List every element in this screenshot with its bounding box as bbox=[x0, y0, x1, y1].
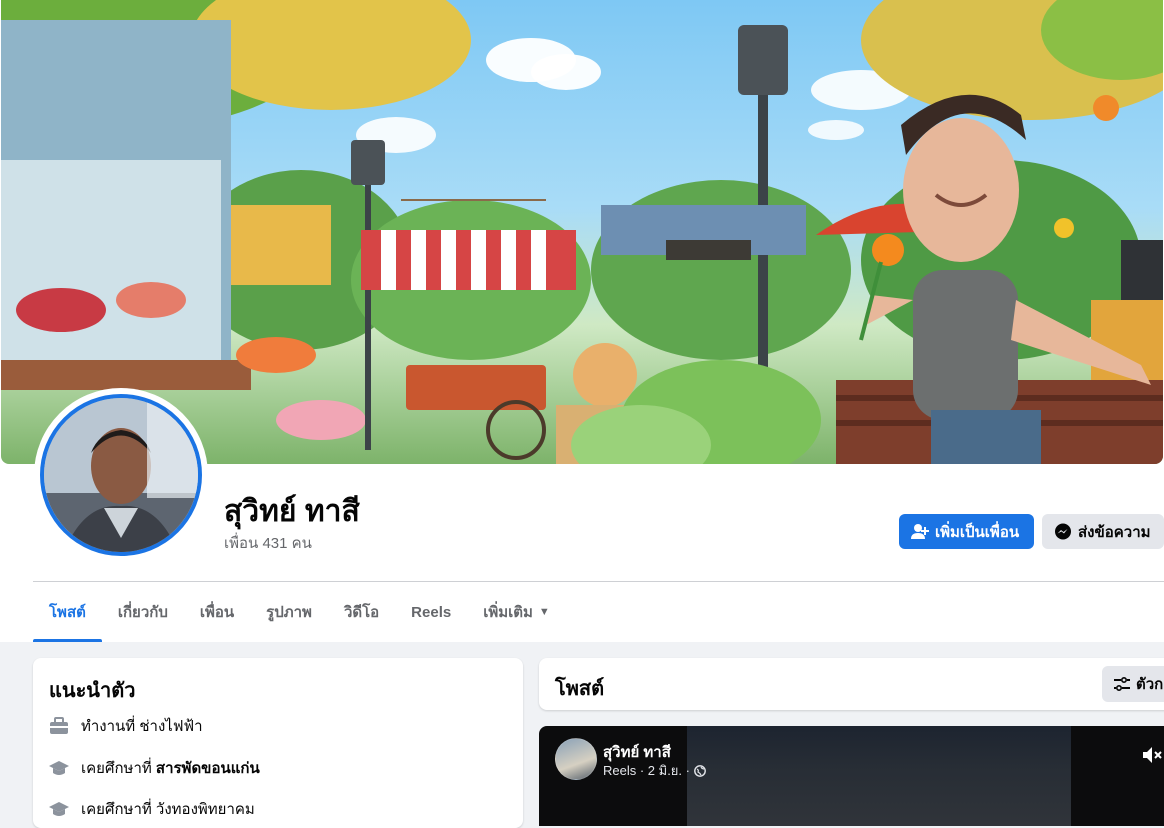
posts-header-card: โพสต์ ตัวก bbox=[539, 658, 1164, 710]
reel-post-card[interactable]: สุวิทย์ ทาสี Reels · 2 มิ.ย. · bbox=[539, 726, 1164, 826]
friend-count[interactable]: เพื่อน 431 คน bbox=[224, 531, 312, 555]
intro-work-row: ทำงานที่ ช่างไฟฟ้า bbox=[49, 714, 203, 738]
message-button[interactable]: ส่งข้อความ bbox=[1042, 514, 1164, 549]
tab-label: เกี่ยวกับ bbox=[117, 604, 168, 621]
briefcase-icon bbox=[50, 717, 68, 734]
mute-icon[interactable] bbox=[1141, 744, 1163, 766]
tab-label: โพสต์ bbox=[49, 604, 86, 621]
reel-video[interactable] bbox=[687, 726, 1071, 826]
graduation-cap-icon bbox=[49, 802, 69, 816]
graduation-cap-icon bbox=[49, 761, 69, 775]
tab-label: เพื่อน bbox=[199, 604, 235, 621]
intro-work-text: ทำงานที่ ช่างไฟฟ้า bbox=[81, 718, 203, 735]
profile-picture[interactable] bbox=[34, 388, 208, 562]
tab-label: รูปภาพ bbox=[266, 604, 312, 621]
tab-reels[interactable]: Reels bbox=[395, 582, 467, 642]
tab-more[interactable]: เพิ่มเติม ▼ bbox=[467, 582, 566, 642]
filter-icon bbox=[1114, 676, 1130, 692]
intro-education-row: เคยศึกษาที่ สารพัดขอนแก่น bbox=[49, 756, 260, 780]
avatar-image bbox=[44, 398, 198, 552]
add-friend-label: เพิ่มเป็นเพื่อน bbox=[935, 523, 1020, 541]
intro-education-school[interactable]: สารพัดขอนแก่น bbox=[156, 760, 260, 777]
filter-button[interactable]: ตัวก bbox=[1102, 666, 1164, 702]
intro-title: แนะนำตัว bbox=[49, 680, 136, 702]
tab-posts[interactable]: โพสต์ bbox=[33, 582, 102, 642]
add-friend-icon bbox=[911, 523, 929, 539]
avatar bbox=[40, 394, 202, 556]
tab-about[interactable]: เกี่ยวกับ bbox=[102, 582, 184, 642]
intro-education-text: เคยศึกษาที่ สารพัดขอนแก่น bbox=[81, 756, 260, 780]
tab-photos[interactable]: รูปภาพ bbox=[250, 582, 328, 642]
cover-illustration bbox=[1, 0, 1163, 464]
tab-friends[interactable]: เพื่อน bbox=[184, 582, 250, 642]
tab-videos[interactable]: วิดีโอ bbox=[328, 582, 395, 642]
posts-title: โพสต์ bbox=[555, 678, 605, 700]
cover-photo[interactable] bbox=[1, 0, 1163, 464]
intro-education-row-2: เคยศึกษาที่ วังทองพิทยาคม bbox=[49, 797, 255, 821]
caret-down-icon: ▼ bbox=[538, 606, 550, 618]
filter-label: ตัวก bbox=[1136, 676, 1164, 693]
globe-icon bbox=[694, 764, 706, 777]
tab-label: เพิ่มเติม bbox=[483, 604, 533, 621]
tab-label: วิดีโอ bbox=[343, 604, 380, 621]
reel-author-avatar[interactable] bbox=[555, 738, 597, 780]
profile-name: สุวิทย์ ทาสี bbox=[224, 495, 360, 528]
reel-meta-text: Reels · 2 มิ.ย. · bbox=[603, 763, 690, 778]
add-friend-button[interactable]: เพิ่มเป็นเพื่อน bbox=[899, 514, 1034, 549]
intro-education-text-2: เคยศึกษาที่ วังทองพิทยาคม bbox=[81, 801, 255, 818]
messenger-icon bbox=[1055, 523, 1071, 539]
profile-tabs: โพสต์ เกี่ยวกับ เพื่อน รูปภาพ วิดีโอ Ree… bbox=[33, 582, 566, 642]
intro-card: แนะนำตัว ทำงานที่ ช่างไฟฟ้า เคยศึกษาที่ … bbox=[33, 658, 523, 828]
message-label: ส่งข้อความ bbox=[1078, 523, 1151, 541]
reel-meta: Reels · 2 มิ.ย. · bbox=[603, 760, 706, 781]
intro-education-prefix: เคยศึกษาที่ bbox=[81, 760, 156, 777]
tab-label: Reels bbox=[411, 603, 452, 621]
